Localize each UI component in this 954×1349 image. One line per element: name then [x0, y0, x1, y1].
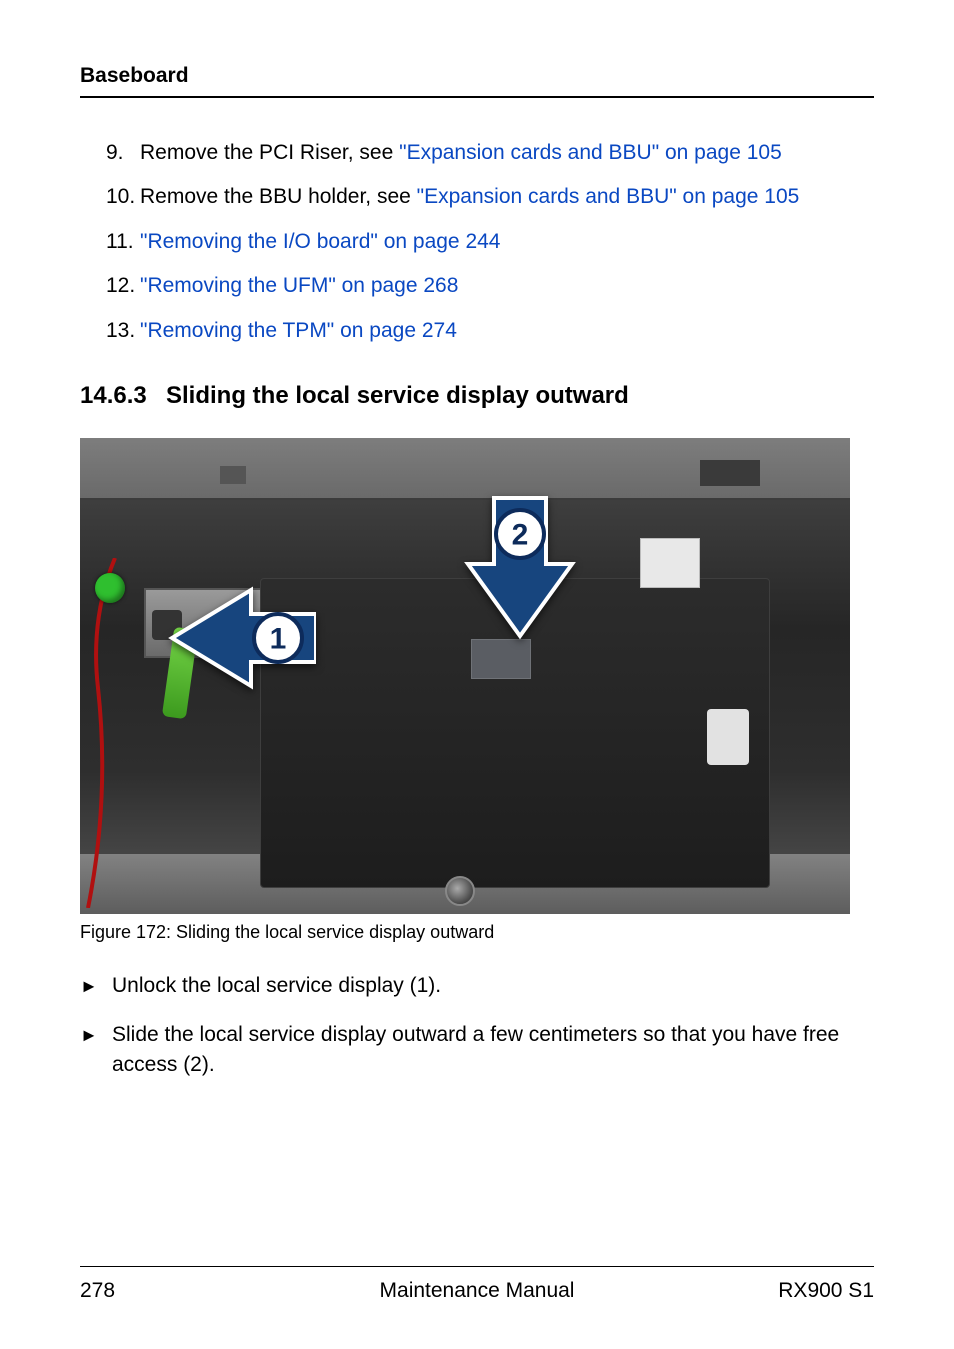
xref-link[interactable]: "Expansion cards and BBU" on page 105 [399, 141, 782, 164]
arrow-1-label: 1 [270, 623, 287, 656]
figure-screw [445, 876, 475, 906]
action-text: Slide the local service display outward … [112, 1020, 874, 1081]
footer-rule [80, 1266, 874, 1267]
step-text: "Removing the TPM" on page 274 [140, 316, 874, 346]
figure-hinge [707, 709, 749, 765]
xref-link[interactable]: "Removing the UFM" on page 268 [140, 274, 458, 297]
step-11: 11. "Removing the I/O board" on page 244 [106, 227, 874, 257]
step-13: 13. "Removing the TPM" on page 274 [106, 316, 874, 346]
page-header-section: Baseboard [80, 64, 874, 88]
step-number: 9. [106, 138, 140, 168]
step-number: 13. [106, 316, 140, 346]
action-text: Unlock the local service display (1). [112, 971, 441, 1001]
arrow-2-label: 2 [512, 519, 529, 552]
step-text: "Removing the UFM" on page 268 [140, 271, 874, 301]
figure-arrow-2: 2 [460, 494, 580, 644]
section-title: Sliding the local service display outwar… [166, 382, 629, 410]
xref-link[interactable]: "Expansion cards and BBU" on page 105 [417, 185, 800, 208]
section-number: 14.6.3 [80, 382, 166, 410]
action-step-1: ► Unlock the local service display (1). [80, 971, 874, 1001]
step-text: Remove the BBU holder, see "Expansion ca… [140, 182, 874, 212]
xref-link[interactable]: "Removing the I/O board" on page 244 [140, 230, 500, 253]
step-9: 9. Remove the PCI Riser, see "Expansion … [106, 138, 874, 168]
figure-green-knob [95, 573, 125, 603]
step-text: Remove the PCI Riser, see "Expansion car… [140, 138, 874, 168]
page-footer: Maintenance Manual 278 RX900 S1 [80, 1266, 874, 1303]
header-rule [80, 96, 874, 98]
step-prefix: Remove the PCI Riser, see [140, 141, 399, 164]
footer-model: RX900 S1 [778, 1279, 874, 1303]
action-steps: ► Unlock the local service display (1). … [80, 971, 874, 1080]
triangle-bullet-icon: ► [80, 1020, 112, 1081]
numbered-steps: 9. Remove the PCI Riser, see "Expansion … [106, 138, 874, 346]
step-12: 12. "Removing the UFM" on page 268 [106, 271, 874, 301]
figure-172: 1 2 [80, 438, 850, 914]
figure-top-rail [80, 438, 850, 500]
figure-arrow-1: 1 [166, 586, 316, 706]
xref-link[interactable]: "Removing the TPM" on page 274 [140, 319, 457, 342]
footer-page-number: 278 [80, 1279, 115, 1303]
triangle-bullet-icon: ► [80, 971, 112, 1001]
step-prefix: Remove the BBU holder, see [140, 185, 417, 208]
footer-center: Maintenance Manual [80, 1279, 874, 1303]
step-text: "Removing the I/O board" on page 244 [140, 227, 874, 257]
figure-chip [471, 639, 531, 679]
figure-connector [640, 538, 700, 588]
step-number: 11. [106, 227, 140, 257]
figure-caption: Figure 172: Sliding the local service di… [80, 922, 874, 943]
section-heading: 14.6.3 Sliding the local service display… [80, 382, 874, 410]
action-step-2: ► Slide the local service display outwar… [80, 1020, 874, 1081]
step-10: 10. Remove the BBU holder, see "Expansio… [106, 182, 874, 212]
step-number: 12. [106, 271, 140, 301]
step-number: 10. [106, 182, 140, 212]
